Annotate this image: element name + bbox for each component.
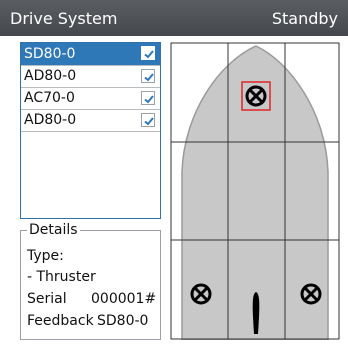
title-bar: Drive System Standby bbox=[0, 0, 348, 36]
boat-diagram bbox=[170, 42, 340, 340]
serial-label: Serial bbox=[27, 291, 67, 307]
details-panel: Details Type: - Thruster Serial 000001# F… bbox=[20, 222, 161, 340]
rudder-icon[interactable] bbox=[252, 292, 260, 334]
checkmark-icon bbox=[144, 50, 154, 59]
drive-list-item[interactable]: AC70-0 bbox=[21, 88, 160, 110]
drive-checkbox[interactable] bbox=[141, 113, 155, 127]
drive-list-item[interactable]: SD80-0 bbox=[21, 43, 160, 66]
drive-list-item[interactable]: AD80-0 bbox=[21, 66, 160, 88]
details-serial-row: Serial 000001# bbox=[27, 291, 156, 307]
details-feedback-row: Feedback SD80-0 bbox=[27, 313, 148, 329]
page-title: Drive System bbox=[10, 9, 118, 28]
checkmark-icon bbox=[144, 95, 154, 104]
checkmark-icon bbox=[144, 117, 154, 126]
drive-checkbox[interactable] bbox=[141, 69, 155, 83]
details-heading: Details bbox=[27, 222, 80, 238]
feedback-value: SD80-0 bbox=[97, 313, 149, 329]
drive-name: AD80-0 bbox=[24, 68, 77, 84]
drive-list-item[interactable]: AD80-0 bbox=[21, 110, 160, 132]
feedback-label: Feedback bbox=[27, 313, 94, 329]
drive-checkbox[interactable] bbox=[141, 91, 155, 105]
drive-name: AD80-0 bbox=[24, 112, 77, 128]
checkmark-icon bbox=[144, 73, 154, 82]
drive-list[interactable]: SD80-0 AD80-0 AC70-0 AD80-0 bbox=[20, 42, 161, 219]
details-type-value: - Thruster bbox=[27, 269, 96, 285]
vessel-view bbox=[170, 42, 340, 340]
drive-name: SD80-0 bbox=[24, 46, 76, 62]
status-label: Standby bbox=[271, 9, 338, 28]
drive-name: AC70-0 bbox=[24, 90, 75, 106]
serial-value: 000001# bbox=[91, 291, 157, 307]
details-type-label: Type: bbox=[27, 248, 64, 264]
drive-checkbox[interactable] bbox=[141, 46, 155, 60]
